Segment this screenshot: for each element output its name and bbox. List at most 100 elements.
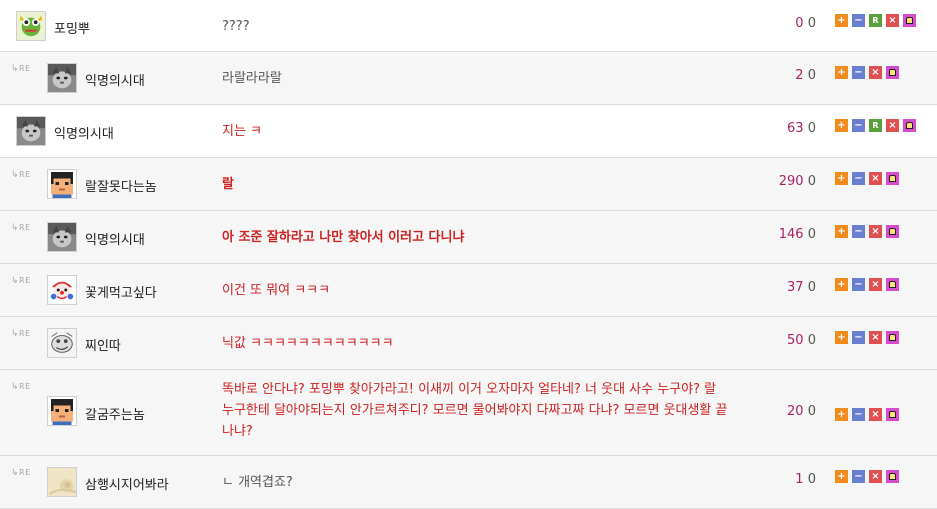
lock-icon [889,473,896,480]
vote-score: 37 0 [740,280,816,295]
comment-row: 익명의시대 지는 ㅋ 63 0 + − R × [0,105,937,158]
lock-icon [889,281,896,288]
lock-button[interactable] [886,278,899,291]
reply-indicator-icon: ↳RE [11,64,31,74]
cat-avatar-icon[interactable] [47,63,77,93]
pixel-face-avatar-icon[interactable] [47,396,77,426]
author-nickname[interactable]: 찌인따 [85,335,121,354]
vote-up-button[interactable]: + [835,225,848,238]
comment-actions: + − × [835,470,899,483]
reply-button[interactable]: R [869,14,882,27]
reply-indicator-icon: ↳RE [11,382,31,392]
vote-up-button[interactable]: + [835,119,848,132]
vote-down-button[interactable]: − [852,225,865,238]
comment-row: 포밍뿌???? 0 0 + − R × [0,0,937,52]
comment-text: ???? [222,19,250,34]
vote-down-button[interactable]: − [852,331,865,344]
vote-up-button[interactable]: + [835,66,848,79]
vote-up-button[interactable]: + [835,172,848,185]
vote-up-button[interactable]: + [835,470,848,483]
vote-up-button[interactable]: + [835,14,848,27]
downvote-count: 0 [807,16,816,31]
comment-row: ↳RE 랄잘못다는놈 랄 290 0 + − × [0,158,937,211]
lock-button[interactable] [886,331,899,344]
frog-avatar-icon[interactable] [16,11,46,41]
author-nickname[interactable]: 포밍뿌 [54,18,90,37]
lock-button[interactable] [886,408,899,421]
upvote-count: 37 [787,280,804,295]
upvote-count: 146 [778,227,804,242]
reply-indicator-icon: ↳RE [11,170,31,180]
delete-button[interactable]: × [869,66,882,79]
comment-row: ↳RE 갈굼주는놈 똑바로 안다냐? 포밍뿌 찾아가라고! 이새끼 이거 오자마자 … [0,370,937,456]
comment-actions: + − × [835,331,899,344]
delete-button[interactable]: × [886,119,899,132]
downvote-count: 0 [807,404,816,419]
vote-up-button[interactable]: + [835,278,848,291]
pixel-face-avatar-icon[interactable] [47,169,77,199]
upvote-count: 0 [795,16,804,31]
comment-actions: + − × [835,66,899,79]
comment-row: ↳RE 삼행시지어봐라 ㄴ 개역겹죠? 1 0 + − × [0,456,937,509]
upvote-count: 1 [795,472,804,487]
sketch-avatar-icon[interactable] [47,328,77,358]
author-nickname[interactable]: 삼행시지어봐라 [85,474,169,493]
comment-text: 이건 또 뭐여 ㅋㅋㅋ [222,283,331,298]
lock-icon [889,175,896,182]
cat-avatar-icon[interactable] [47,222,77,252]
clown-avatar-icon[interactable] [47,275,77,305]
lock-button[interactable] [886,172,899,185]
vote-score: 146 0 [740,227,816,242]
delete-button[interactable]: × [869,172,882,185]
reply-button[interactable]: R [869,119,882,132]
vote-down-button[interactable]: − [852,172,865,185]
lock-icon [889,69,896,76]
downvote-count: 0 [807,121,816,136]
comment-actions: + − × [835,172,899,185]
downvote-count: 0 [807,227,816,242]
comment-row: ↳RE 꽃게먹고싶다 이건 또 뭐여 ㅋㅋㅋ 37 0 + − × [0,264,937,317]
comment-actions: + − × [835,278,899,291]
vote-down-button[interactable]: − [852,66,865,79]
comment-row: ↳RE 익명의시대 아 조준 잘하라고 나만 찾아서 이러고 다니냐 146 0 + − × [0,211,937,264]
author-nickname[interactable]: 꽃게먹고싶다 [85,282,157,301]
vote-down-button[interactable]: − [852,14,865,27]
reply-indicator-icon: ↳RE [11,276,31,286]
lock-button[interactable] [886,66,899,79]
lock-button[interactable] [903,119,916,132]
comment-actions: + − × [835,408,899,421]
lock-button[interactable] [886,225,899,238]
lock-button[interactable] [886,470,899,483]
vote-up-button[interactable]: + [835,331,848,344]
upvote-count: 2 [795,68,804,83]
vote-up-button[interactable]: + [835,408,848,421]
comment-text: 똑바로 안다냐? 포밍뿌 찾아가라고! 이새끼 이거 오자마자 얼타네? 너 웃… [222,382,728,439]
upvote-count: 50 [787,333,804,348]
comment-list: 포밍뿌???? 0 0 + − R × ↳RE 익명의시대 라랄라라랄 2 0 + − × 익명의시대 지는… [0,0,937,509]
author-nickname[interactable]: 익명의시대 [85,70,145,89]
vote-down-button[interactable]: − [852,470,865,483]
author-nickname[interactable]: 랄잘못다는놈 [85,176,157,195]
cat-avatar-icon[interactable] [16,116,46,146]
delete-button[interactable]: × [869,470,882,483]
vote-down-button[interactable]: − [852,119,865,132]
delete-button[interactable]: × [869,331,882,344]
author-nickname[interactable]: 익명의시대 [85,229,145,248]
downvote-count: 0 [807,333,816,348]
delete-button[interactable]: × [869,225,882,238]
lock-icon [889,411,896,418]
comment-actions: + − R × [835,14,916,27]
comment-text: 랄 [222,177,234,192]
author-nickname[interactable]: 익명의시대 [54,123,114,142]
vote-down-button[interactable]: − [852,408,865,421]
comment-actions: + − R × [835,119,916,132]
author-nickname[interactable]: 갈굼주는놈 [85,404,145,423]
vote-down-button[interactable]: − [852,278,865,291]
delete-button[interactable]: × [869,278,882,291]
delete-button[interactable]: × [869,408,882,421]
beige-avatar-icon[interactable] [47,467,77,497]
delete-button[interactable]: × [886,14,899,27]
lock-button[interactable] [903,14,916,27]
comment-actions: + − × [835,225,899,238]
upvote-count: 63 [787,121,804,136]
